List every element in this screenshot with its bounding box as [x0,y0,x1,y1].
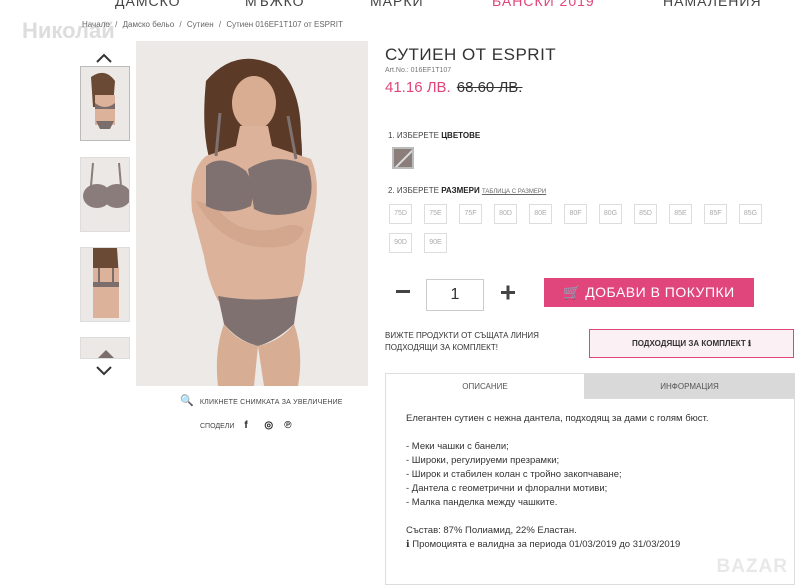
description-bullet: - Меки чашки с банели; [406,441,509,452]
top-navigation: ДАМСКО МЪЖКО МАРКИ БАНСКИ 2019 НАМАЛЕНИЯ [0,0,800,14]
breadcrumb-separator: / [218,20,222,29]
size-option[interactable]: 85G [739,204,762,224]
nav-item-men[interactable]: МЪЖКО [245,0,305,9]
description-bullet: - Дантела с геометрични и флорални мотив… [406,483,608,494]
description-intro: Елегантен сутиен с нежна дантела, подход… [406,413,709,424]
breadcrumb-lingerie[interactable]: Дамско бельо [123,20,175,29]
chevron-down-icon[interactable] [96,360,112,381]
step-size-label: РАЗМЕРИ [441,186,480,195]
description-content: Елегантен сутиен с нежна дантела, подход… [406,412,786,552]
breadcrumb-separator: / [179,20,182,29]
step-color-label: ЦВЕТОВЕ [441,131,481,140]
add-to-cart-button[interactable]: 🛒 ДОБАВИ В ПОКУПКИ [544,278,754,307]
thumbnail-2[interactable] [80,157,130,232]
price-new: 41.16 ЛВ. [385,79,451,96]
size-option[interactable]: 80E [529,204,552,224]
same-line-text: ВИЖТЕ ПРОДУКТИ ОТ СЪЩАТА ЛИНИЯ ПОДХОДЯЩИ… [385,330,539,354]
chevron-up-icon[interactable] [96,47,112,68]
facebook-icon[interactable]: f [244,420,254,431]
description-bullets: - Меки чашки с банели; - Широки, регулир… [406,440,786,510]
size-option[interactable]: 75D [389,204,412,224]
size-option[interactable]: 80G [599,204,622,224]
same-line-text-2: ПОДХОДЯЩИ ЗА КОМПЛЕКТ! [385,343,498,352]
matching-set-button[interactable]: ПОДХОДЯЩИ ЗА КОМПЛЕКТ ℹ [589,329,794,358]
tab-information[interactable]: ИНФОРМАЦИЯ [584,374,795,399]
price: 41.16 ЛВ. 68.60 ЛВ. [385,79,522,96]
nav-item-sale[interactable]: НАМАЛЕНИЯ [663,0,762,9]
description-bullet: - Широк и стабилен колан с тройно закопч… [406,469,622,480]
description-bullet: - Малка панделка между чашките. [406,497,558,508]
price-old: 68.60 ЛВ. [456,79,523,96]
color-swatch[interactable] [392,147,414,169]
same-line-text-1: ВИЖТЕ ПРОДУКТИ ОТ СЪЩАТА ЛИНИЯ [385,331,539,340]
cart-icon: 🛒 [563,284,582,300]
add-to-cart-label: ДОБАВИ В ПОКУПКИ [585,284,735,300]
zoom-hint[interactable]: 🔍 КЛИКНЕТЕ СНИМКАТА ЗА УВЕЛИЧЕНИЕ [180,394,343,407]
step-size-prefix: 2. ИЗБЕРЕТЕ [388,186,439,195]
quantity-increase-button[interactable] [500,280,516,306]
size-option[interactable]: 85E [669,204,692,224]
breadcrumb-bra[interactable]: Сутиен [187,20,214,29]
composition: Състав: 87% Полиамид, 22% Еластан. [406,525,577,536]
step-size: 2. ИЗБЕРЕТЕ РАЗМЕРИ ТАБЛИЦА С РАЗМЕРИ [388,186,546,195]
instagram-icon[interactable]: ◎ [264,420,274,431]
breadcrumb: Начало / Дамско бельо / Сутиен / Сутиен … [82,20,346,29]
size-option[interactable]: 75E [424,204,447,224]
thumbnail-3[interactable] [80,247,130,322]
quantity-input[interactable]: 1 [426,279,484,311]
breadcrumb-current: Сутиен 016EF1T107 от ESPRIT [226,20,343,29]
thumbnail-4[interactable] [80,337,130,359]
main-product-image[interactable] [136,41,368,386]
breadcrumb-home[interactable]: Начало [82,20,110,29]
thumbnail-1[interactable] [80,66,130,141]
zoom-icon: 🔍 [180,395,194,407]
size-option[interactable]: 85F [704,204,727,224]
pinterest-icon[interactable]: ℗ [284,420,294,431]
product-tabs: ОПИСАНИЕ ИНФОРМАЦИЯ Елегантен сутиен с н… [385,373,795,585]
tab-description[interactable]: ОПИСАНИЕ [386,374,584,399]
nav-item-swimwear[interactable]: БАНСКИ 2019 [492,0,595,9]
article-number: Art.No.: 016EF1T107 [385,67,452,74]
size-option[interactable]: 90D [389,233,412,253]
step-color-prefix: 1. ИЗБЕРЕТЕ [388,131,439,140]
size-option[interactable]: 85D [634,204,657,224]
bazar-logo: BAZAR [716,556,788,577]
product-title: СУТИЕН ОТ ESPRIT [385,45,557,64]
step-color: 1. ИЗБЕРЕТЕ ЦВЕТОВЕ [388,131,480,140]
breadcrumb-separator: / [115,20,118,29]
size-option[interactable]: 90E [424,233,447,253]
nav-item-brands[interactable]: МАРКИ [370,0,424,9]
size-option[interactable]: 75F [459,204,482,224]
promo-note: ℹ Промоцията е валидна за периода 01/03/… [406,539,681,550]
description-bullet: - Широки, регулируеми презрамки; [406,455,560,466]
share-label: СПОДЕЛИ [200,423,235,430]
size-table-link[interactable]: ТАБЛИЦА С РАЗМЕРИ [482,189,546,195]
zoom-hint-label: КЛИКНЕТЕ СНИМКАТА ЗА УВЕЛИЧЕНИЕ [199,399,343,406]
size-option[interactable]: 80D [494,204,517,224]
nav-item-women[interactable]: ДАМСКО [115,0,180,9]
quantity-decrease-button[interactable] [395,279,411,305]
share-bar: СПОДЕЛИ f ◎ ℗ [200,420,294,431]
size-option[interactable]: 80F [564,204,587,224]
